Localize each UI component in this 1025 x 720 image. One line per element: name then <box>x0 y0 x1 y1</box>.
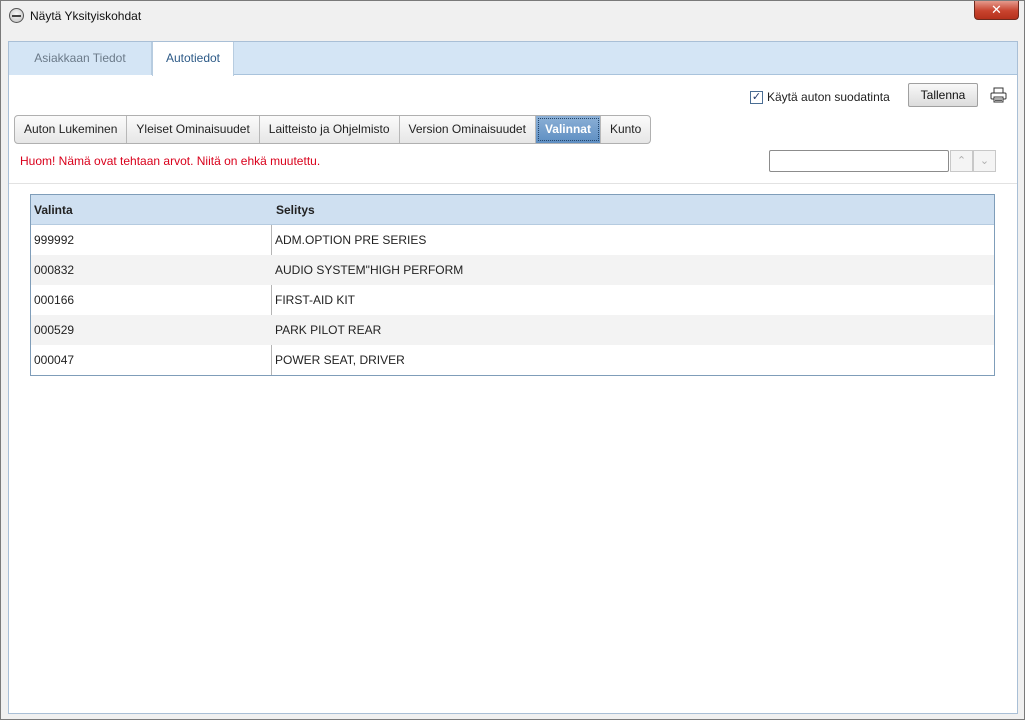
divider <box>9 183 1017 184</box>
grid-rows: 999992 ADM.OPTION PRE SERIES 000832 AUDI… <box>31 225 994 375</box>
option-code-cell: 000166 <box>34 293 75 307</box>
details-window: Näytä Yksityiskohdat ✕ Asiakkaan Tiedot … <box>0 0 1025 720</box>
option-description-cell: FIRST-AID KIT <box>275 293 356 307</box>
window-title: Näytä Yksityiskohdat <box>30 9 142 23</box>
vehicle-filter-label[interactable]: Käytä auton suodatinta <box>767 90 890 104</box>
main-tab-strip: Asiakkaan Tiedot Autotiedot <box>9 42 1017 76</box>
printer-icon[interactable] <box>990 87 1007 103</box>
option-code-cell: 000047 <box>34 353 75 367</box>
volvo-logo-icon <box>9 8 24 23</box>
column-header-selitys[interactable]: Selitys <box>276 195 315 225</box>
title-bar: Näytä Yksityiskohdat ✕ <box>1 1 1024 31</box>
option-code-cell: 000832 <box>34 263 75 277</box>
option-code-cell: 999992 <box>34 233 75 247</box>
vehicle-filter-checkbox[interactable]: ✓ <box>750 91 763 104</box>
client-area: Asiakkaan Tiedot Autotiedot ✓ Käytä auto… <box>8 41 1018 714</box>
subtab-valinnat[interactable]: Valinnat <box>535 116 601 143</box>
grid-header: Valinta Selitys <box>31 195 994 225</box>
option-description-cell: ADM.OPTION PRE SERIES <box>275 233 427 247</box>
subtab-laitteisto-ja-ohjelmisto[interactable]: Laitteisto ja Ohjelmisto <box>260 116 400 143</box>
search-input[interactable] <box>769 150 949 172</box>
column-header-valinta[interactable]: Valinta <box>34 195 73 225</box>
option-description-cell: AUDIO SYSTEM"HIGH PERFORM <box>275 263 464 277</box>
subtab-auton-lukeminen[interactable]: Auton Lukeminen <box>15 116 128 143</box>
table-row[interactable]: 000047 POWER SEAT, DRIVER <box>31 345 994 375</box>
sub-tab-strip: Auton Lukeminen Yleiset Ominaisuudet Lai… <box>14 115 652 144</box>
subtab-kunto[interactable]: Kunto <box>601 116 650 143</box>
tab-autotiedot[interactable]: Autotiedot <box>152 42 234 76</box>
tab-asiakkaan-tiedot[interactable]: Asiakkaan Tiedot <box>9 42 152 75</box>
options-grid: Valinta Selitys 999992 ADM.OPTION PRE SE… <box>30 194 995 376</box>
table-row[interactable]: 000832 AUDIO SYSTEM"HIGH PERFORM <box>31 255 994 285</box>
close-button[interactable]: ✕ <box>974 1 1019 20</box>
option-description-cell: PARK PILOT REAR <box>275 323 382 337</box>
table-row[interactable]: 000529 PARK PILOT REAR <box>31 315 994 345</box>
search-previous-button[interactable]: ⌃ <box>950 150 973 172</box>
option-code-cell: 000529 <box>34 323 75 337</box>
table-row[interactable]: 000166 FIRST-AID KIT <box>31 285 994 315</box>
factory-values-warning: Huom! Nämä ovat tehtaan arvot. Niitä on … <box>20 154 321 168</box>
search-next-button[interactable]: ⌄ <box>973 150 996 172</box>
chevron-down-icon: ⌄ <box>979 155 990 167</box>
subtab-yleiset-ominaisuudet[interactable]: Yleiset Ominaisuudet <box>127 116 260 143</box>
save-button[interactable]: Tallenna <box>908 83 978 107</box>
subtab-version-ominaisuudet[interactable]: Version Ominaisuudet <box>400 116 536 143</box>
table-row[interactable]: 999992 ADM.OPTION PRE SERIES <box>31 225 994 255</box>
chevron-up-icon: ⌃ <box>956 155 967 167</box>
option-description-cell: POWER SEAT, DRIVER <box>275 353 405 367</box>
